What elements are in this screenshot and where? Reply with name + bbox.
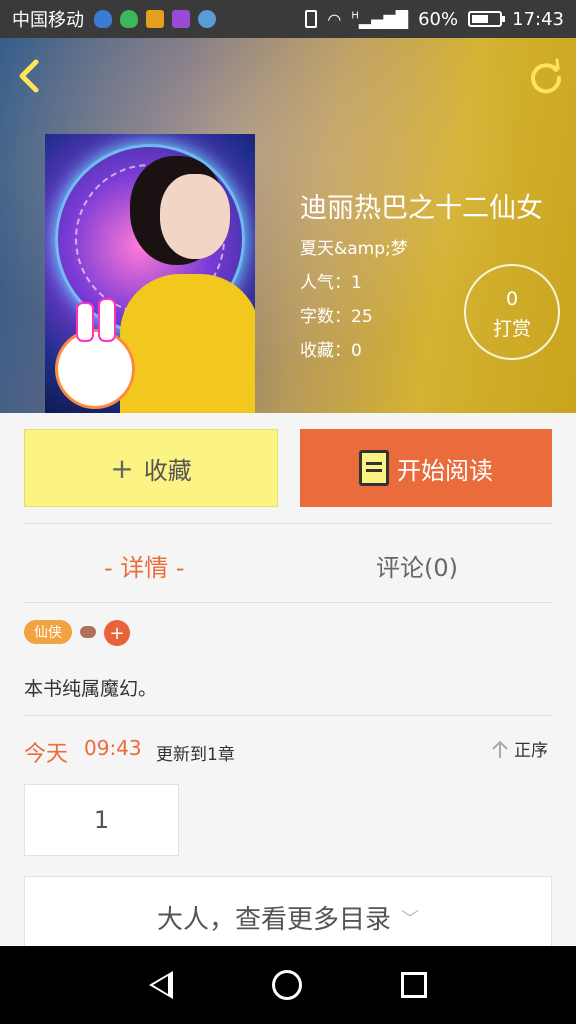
lock-app-icon — [146, 10, 164, 28]
tag-pill[interactable] — [80, 626, 96, 638]
wifi-icon: ◠ — [327, 9, 342, 29]
chapter-item[interactable]: 1 — [24, 784, 179, 856]
tab-detail[interactable]: - 详情 - — [104, 548, 185, 583]
tip-button[interactable]: 0 打赏 — [464, 264, 560, 360]
clock: 17:43 — [512, 8, 564, 30]
add-favorite-button[interactable]: + 收藏 — [24, 429, 278, 507]
vibrate-icon — [305, 10, 318, 28]
tab-comments[interactable]: 评论(0) — [376, 548, 458, 583]
bunny-sticker — [55, 298, 135, 409]
plus-icon: + — [110, 451, 134, 485]
nav-back-icon[interactable] — [149, 971, 174, 999]
start-reading-button[interactable]: 开始阅读 — [300, 429, 552, 507]
book-icon — [359, 450, 389, 486]
tip-label: 打赏 — [492, 318, 531, 340]
book-title: 迪丽热巴之十二仙女 — [300, 193, 543, 224]
sort-order-toggle[interactable]: 正序 — [490, 736, 548, 761]
battery-icon — [468, 11, 506, 27]
book-header: 迪丽热巴之十二仙女 夏天&amp;梦 人气：1 字数：25 收藏：0 0 打赏 — [0, 38, 576, 413]
globe-icon — [198, 10, 216, 28]
book-cover[interactable] — [45, 134, 255, 413]
refresh-button[interactable] — [526, 58, 566, 98]
tip-count: 0 — [505, 288, 519, 310]
signal-icon: H▂▄▆█ — [351, 9, 409, 29]
security-icon — [120, 10, 138, 28]
carrier-label: 中国移动 — [12, 10, 84, 31]
add-tag-button[interactable]: + — [104, 620, 130, 646]
update-time: 09:43 — [84, 736, 142, 760]
system-nav-bar — [0, 946, 576, 1024]
book-popularity: 人气：1 — [300, 273, 362, 293]
book-favorites: 收藏：0 — [300, 341, 362, 361]
favorite-label: 收藏 — [143, 456, 192, 485]
genre-tag[interactable]: 仙侠 — [24, 620, 72, 644]
divider — [24, 523, 552, 524]
book-word-count: 字数：25 — [300, 307, 373, 327]
gallery-icon — [172, 10, 190, 28]
book-description: 本书纯属魔幻。 — [24, 678, 158, 700]
divider — [24, 602, 552, 603]
divider — [24, 715, 552, 716]
update-day: 今天 — [24, 742, 69, 767]
book-author[interactable]: 夏天&amp;梦 — [300, 234, 408, 259]
status-bar: 中国移动 ◠ H▂▄▆█ 60% 17:43 — [0, 0, 576, 38]
update-text: 更新到1章 — [156, 745, 235, 765]
more-chapters-button[interactable]: 大人，查看更多目录 ﹀ — [24, 876, 552, 956]
nav-recents-icon[interactable] — [400, 972, 427, 998]
notification-icons — [94, 10, 216, 28]
refresh-icon — [531, 58, 562, 94]
start-reading-label: 开始阅读 — [397, 456, 493, 485]
battery-percent: 60% — [418, 8, 459, 30]
nav-home-icon[interactable] — [271, 970, 302, 1000]
chevron-left-icon — [19, 59, 39, 93]
back-button[interactable] — [14, 56, 50, 96]
arrow-up-icon — [492, 740, 508, 758]
shield-icon — [94, 10, 112, 28]
sort-order-label: 正序 — [514, 741, 548, 761]
